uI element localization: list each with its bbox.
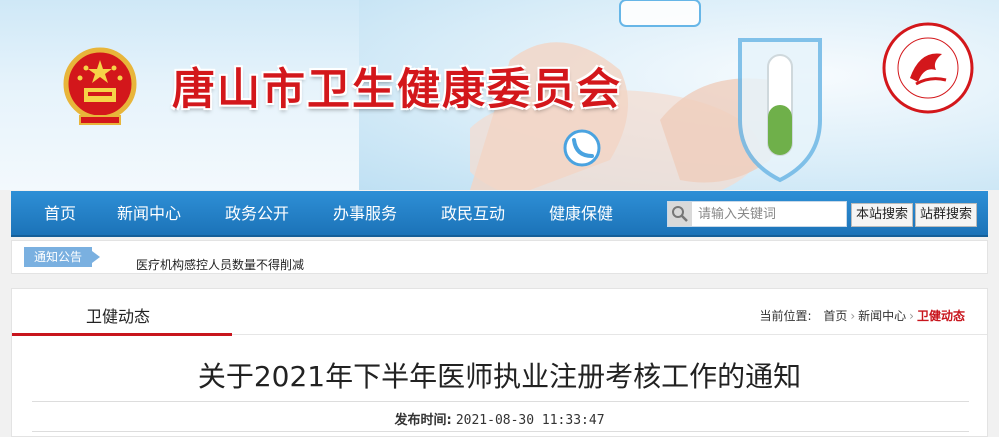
article-title: 关于2021年下半年医师执业注册考核工作的通知 [197,360,802,393]
site-title: 唐山市卫生健康委员会 [172,65,622,115]
nav-item-services[interactable]: 办事服务 [333,191,397,237]
city-site-seal-icon [882,22,974,114]
section-header: 卫健动态 当前位置: 首页 › 新闻中心 › 卫健动态 [12,289,987,336]
notice-tag: 通知公告 [24,247,101,267]
breadcrumb-current[interactable]: 卫健动态 [917,309,965,323]
breadcrumb-separator: › [909,309,914,323]
search-icon[interactable] [668,202,692,226]
notice-link[interactable]: 医疗机构感控人员数量不得削减 [136,256,304,273]
breadcrumb-separator: › [850,309,856,323]
nav-item-public-interaction[interactable]: 政民互动 [441,191,505,237]
publish-info: 发布时间: 2021-08-30 11:33:47 [12,409,987,428]
section-underline [12,333,232,336]
breadcrumb-news-center[interactable]: 新闻中心 [858,309,906,323]
breadcrumb: 当前位置: 首页 › 新闻中心 › 卫健动态 [759,307,965,324]
divider [32,431,969,432]
divider [32,401,969,402]
national-emblem-icon [63,47,137,125]
site-search-button[interactable]: 本站搜索 [851,203,914,227]
publish-label: 发布时间: [394,413,452,428]
breadcrumb-home[interactable]: 首页 [823,309,847,323]
search-box [667,201,847,227]
site-banner: 唐山市卫生健康委员会 [0,0,999,190]
nav-item-health-care[interactable]: 健康保健 [549,191,613,237]
nav-item-home[interactable]: 首页 [44,191,76,237]
nav-item-news-center[interactable]: 新闻中心 [117,191,181,237]
breadcrumb-label: 当前位置: [759,309,812,323]
publish-time: 2021-08-30 11:33:47 [455,413,605,428]
nav-item-government-affairs[interactable]: 政务公开 [225,191,289,237]
section-title: 卫健动态 [86,307,151,326]
main-nav: 首页 新闻中心 政务公开 办事服务 政民互动 健康保健 本站搜索 站群搜索 [11,191,988,237]
article-panel: 卫健动态 当前位置: 首页 › 新闻中心 › 卫健动态 关于2021年下半年医师执业注册… [11,288,988,437]
group-search-button[interactable]: 站群搜索 [915,203,978,227]
notice-bar: 通知公告 医疗机构感控人员数量不得削减 [11,240,988,274]
search-input[interactable] [698,204,843,224]
